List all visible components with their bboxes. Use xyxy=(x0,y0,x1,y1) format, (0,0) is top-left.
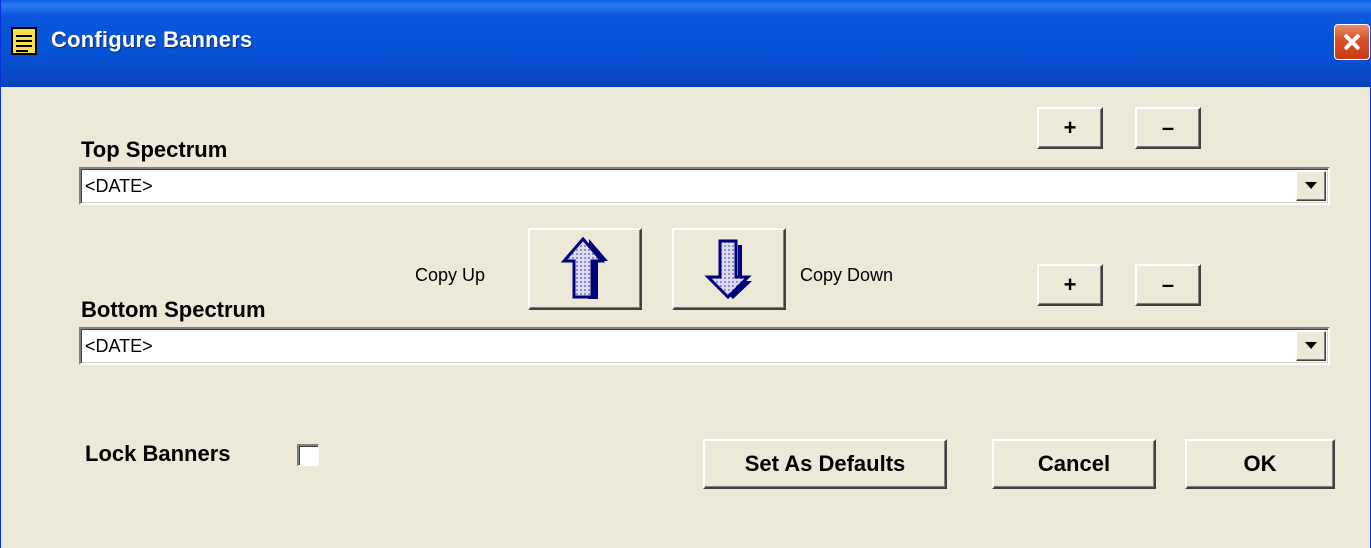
top-add-label: + xyxy=(1063,115,1077,140)
close-button[interactable] xyxy=(1334,24,1370,60)
top-spectrum-label: Top Spectrum xyxy=(81,137,228,162)
bottom-remove-label: – xyxy=(1161,272,1175,297)
top-remove-label: – xyxy=(1161,115,1175,140)
copy-down-label: Copy Down xyxy=(800,265,894,285)
cancel-button[interactable]: Cancel xyxy=(992,439,1156,489)
window-title: Configure Banners xyxy=(51,27,253,52)
notepad-icon xyxy=(11,27,37,55)
bottom-add-label: + xyxy=(1063,272,1077,297)
title-bar[interactable]: Configure Banners xyxy=(1,0,1371,87)
copy-up-label: Copy Up xyxy=(415,265,486,285)
bottom-remove-button[interactable]: – xyxy=(1135,264,1201,306)
copy-up-button[interactable] xyxy=(528,228,642,310)
bottom-dropdown-button[interactable] xyxy=(1296,331,1326,361)
lock-banners-checkbox[interactable] xyxy=(297,444,319,466)
bottom-spectrum-combo[interactable]: <DATE> xyxy=(79,327,1330,365)
top-dropdown-button[interactable] xyxy=(1296,171,1326,201)
lock-banners-label: Lock Banners xyxy=(85,441,231,466)
top-spectrum-value: <DATE> xyxy=(85,176,153,196)
set-as-defaults-label: Set As Defaults xyxy=(744,451,906,476)
chevron-down-icon xyxy=(1305,182,1317,189)
top-add-button[interactable]: + xyxy=(1037,107,1103,149)
arrow-down-icon xyxy=(704,239,752,300)
ok-button[interactable]: OK xyxy=(1185,439,1335,489)
close-icon xyxy=(1343,33,1361,51)
top-remove-button[interactable]: – xyxy=(1135,107,1201,149)
bottom-spectrum-label: Bottom Spectrum xyxy=(81,297,266,322)
cancel-label: Cancel xyxy=(1037,451,1111,476)
bottom-add-button[interactable]: + xyxy=(1037,264,1103,306)
arrow-up-icon xyxy=(560,237,608,299)
bottom-spectrum-value: <DATE> xyxy=(85,336,153,356)
configure-banners-dialog: Configure Banners + – Top Spectrum <DATE… xyxy=(0,0,1371,548)
chevron-down-icon xyxy=(1305,342,1317,349)
copy-down-button[interactable] xyxy=(672,228,786,310)
ok-label: OK xyxy=(1243,451,1277,476)
set-as-defaults-button[interactable]: Set As Defaults xyxy=(703,439,947,489)
top-spectrum-combo[interactable]: <DATE> xyxy=(79,167,1330,205)
